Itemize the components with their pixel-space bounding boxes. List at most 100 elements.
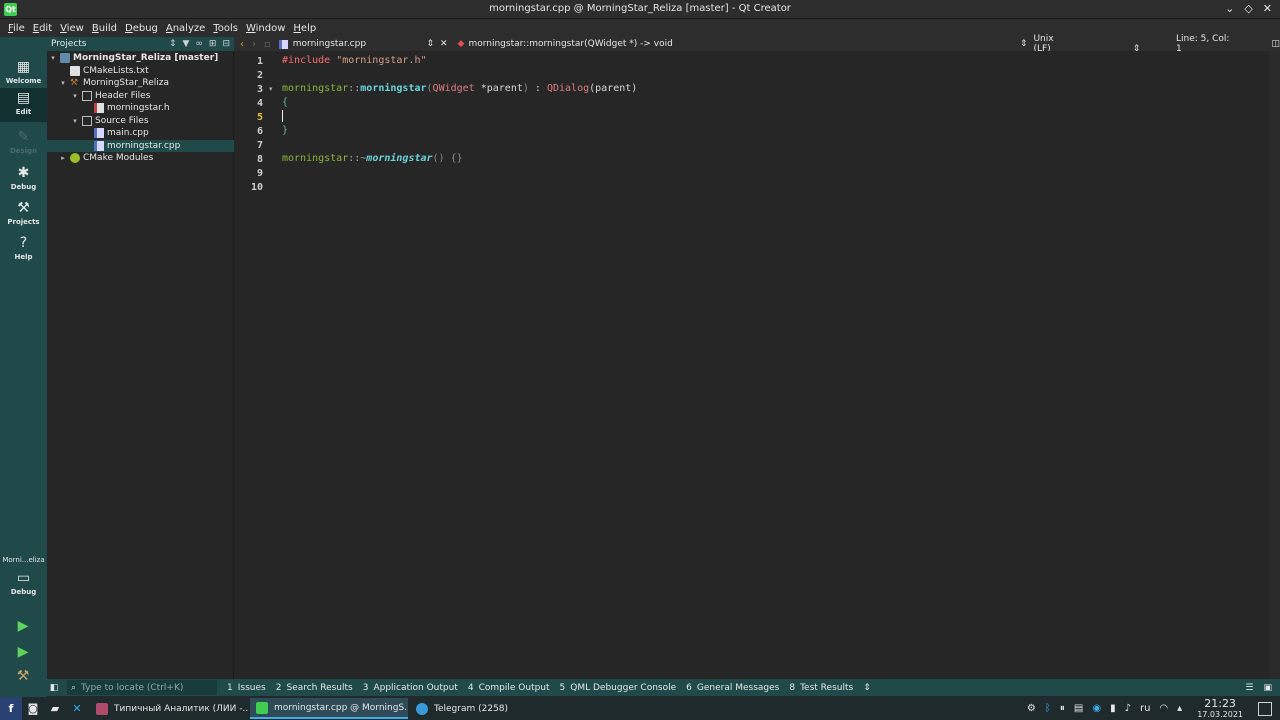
- tree-root[interactable]: ▾ MorningStar_Reliza [master]: [47, 52, 234, 64]
- back-icon[interactable]: ‹: [240, 39, 244, 50]
- mode-help[interactable]: ? Help: [0, 233, 47, 267]
- menu-analyze[interactable]: Analyze: [162, 23, 209, 34]
- hammer-icon: ⚒: [70, 78, 79, 88]
- clipboard-icon[interactable]: ▤: [1074, 703, 1083, 714]
- forward-icon[interactable]: ›: [252, 39, 256, 50]
- close-document-icon[interactable]: ✕: [440, 39, 448, 49]
- toggle-output-icon[interactable]: ▣: [1263, 683, 1272, 693]
- vscode-icon[interactable]: ✕: [66, 697, 88, 720]
- document-selector[interactable]: morningstar.cpp ⇕ ✕: [277, 39, 452, 49]
- menu-tools[interactable]: Tools: [209, 23, 242, 34]
- mode-design[interactable]: ✎ Design: [0, 127, 47, 161]
- split-icon[interactable]: ⊞: [209, 39, 217, 49]
- menu-file[interactable]: File: [4, 23, 29, 34]
- task-browser[interactable]: Типичный Аналитик (ЛИИ -...: [90, 698, 248, 719]
- expanded-arrow-icon[interactable]: ▾: [71, 92, 79, 100]
- symbol-selector[interactable]: ◆ morningstar::morningstar(QWidget *) ->…: [452, 39, 1028, 49]
- split-editor-icon[interactable]: ◫: [1271, 39, 1280, 49]
- telegram-tray-icon[interactable]: ◉: [1092, 703, 1101, 714]
- tree-item-morningstar-h[interactable]: morningstar.h: [47, 102, 234, 114]
- build-button[interactable]: ⚒: [14, 667, 32, 685]
- mode-edit[interactable]: ▤ Edit: [0, 88, 47, 122]
- mode-projects[interactable]: ⚒ Projects: [0, 198, 47, 232]
- tree-item-cmakelists[interactable]: CMakeLists.txt: [47, 65, 234, 77]
- menu-debug[interactable]: Debug: [121, 23, 162, 34]
- collapsed-arrow-icon[interactable]: ▸: [59, 154, 67, 162]
- tree-item-target[interactable]: ▾ ⚒ MorningStar_Reliza: [47, 77, 234, 89]
- task-label: Типичный Аналитик (ЛИИ -...: [114, 703, 248, 714]
- code-line-4: {: [282, 97, 289, 108]
- tree-item-header-files[interactable]: ▾ Header Files: [47, 90, 234, 102]
- battery-icon[interactable]: ▮: [1110, 703, 1116, 714]
- pane-search-results[interactable]: 2 Search Results: [276, 683, 353, 693]
- tree-item-main-cpp[interactable]: main.cpp: [47, 127, 234, 139]
- fedora-launcher-icon[interactable]: f: [0, 697, 22, 720]
- fold-marker-icon[interactable]: ▾: [269, 85, 273, 93]
- bluetooth-icon[interactable]: ᛒ: [1045, 703, 1051, 714]
- code-editor[interactable]: #include "morningstar.h" morningstar::mo…: [279, 51, 1269, 679]
- tray-expand-icon[interactable]: ▴: [1177, 703, 1182, 714]
- pane-qml-debugger-console[interactable]: 5 QML Debugger Console: [560, 683, 677, 693]
- kit-selector-button[interactable]: ▭ Debug: [0, 568, 47, 604]
- tree-item-label: CMakeLists.txt: [83, 66, 149, 76]
- settings-tray-icon[interactable]: ⚙: [1027, 703, 1036, 714]
- locator-input[interactable]: ⌕ Type to locate (Ctrl+K): [67, 680, 217, 695]
- mode-projects-label: Projects: [7, 218, 40, 226]
- line-number-gutter[interactable]: 1 2 3 ▾ 4 5 6 7 8 9 10: [234, 51, 279, 679]
- menu-window[interactable]: Window: [242, 23, 289, 34]
- mode-debug[interactable]: ✱ Debug: [0, 163, 47, 197]
- terminal-icon[interactable]: ▰: [44, 697, 66, 720]
- pane-test-results[interactable]: 8 Test Results: [789, 683, 853, 693]
- clock-date: 17.03.2021: [1197, 709, 1243, 719]
- folder-icon: [82, 91, 92, 101]
- toggle-sidebar-icon[interactable]: ◧: [47, 679, 61, 696]
- cpp-file-icon: [94, 141, 104, 151]
- discord-icon[interactable]: ◙: [22, 697, 44, 720]
- vertical-scrollbar[interactable]: [1269, 51, 1280, 679]
- close-icon[interactable]: ✕: [1263, 2, 1272, 15]
- task-telegram[interactable]: Telegram (2258): [410, 698, 568, 719]
- progress-details-icon[interactable]: ☰: [1245, 683, 1253, 693]
- keyboard-layout[interactable]: ru: [1140, 703, 1150, 714]
- text-cursor: [282, 110, 283, 122]
- menu-edit[interactable]: Edit: [29, 23, 56, 34]
- menu-view[interactable]: View: [56, 23, 88, 34]
- link-icon[interactable]: ∞: [195, 39, 203, 49]
- play-icon: ▶: [17, 618, 29, 634]
- expanded-arrow-icon[interactable]: ▾: [59, 79, 67, 87]
- maximize-icon[interactable]: ◇: [1244, 2, 1252, 15]
- debug-run-button[interactable]: ▶: [14, 643, 32, 661]
- tree-item-cmake-modules[interactable]: ▸ CMake Modules: [47, 152, 234, 164]
- more-panes-icon[interactable]: ⇕: [863, 683, 871, 693]
- menu-build[interactable]: Build: [88, 23, 121, 34]
- chevron-updown-icon: ⇕: [426, 39, 434, 49]
- tree-item-morningstar-cpp[interactable]: morningstar.cpp: [47, 140, 234, 152]
- pane-application-output[interactable]: 3 Application Output: [363, 683, 458, 693]
- chevron-updown-icon[interactable]: ⇕: [169, 39, 177, 49]
- clock[interactable]: 21:23 17.03.2021: [1197, 698, 1243, 720]
- help-icon: ?: [19, 235, 28, 251]
- filter-icon[interactable]: ▼: [182, 39, 189, 49]
- wifi-icon[interactable]: ◠: [1159, 703, 1168, 714]
- menu-help[interactable]: Help: [289, 23, 320, 34]
- media-pause-icon[interactable]: ⏸: [1060, 703, 1065, 714]
- line-number: 6: [256, 126, 263, 137]
- tree-item-source-files[interactable]: ▾ Source Files: [47, 115, 234, 127]
- code-line-8: morningstar::~morningstar() {}: [282, 153, 463, 164]
- minimize-icon[interactable]: ⌄: [1225, 2, 1234, 15]
- show-desktop-button[interactable]: [1258, 701, 1272, 716]
- expanded-arrow-icon[interactable]: ▾: [49, 54, 57, 62]
- pane-issues[interactable]: 1 Issues: [227, 683, 266, 693]
- expanded-arrow-icon[interactable]: ▾: [71, 117, 79, 125]
- close-panel-icon[interactable]: ⊟: [222, 39, 230, 49]
- run-button[interactable]: ▶: [14, 617, 32, 635]
- mode-welcome[interactable]: ▦ Welcome: [0, 57, 47, 91]
- tree-item-label: MorningStar_Reliza: [83, 78, 170, 88]
- task-qt-creator[interactable]: morningstar.cpp @ MorningS...: [250, 698, 408, 719]
- pane-compile-output[interactable]: 4 Compile Output: [468, 683, 550, 693]
- pane-general-messages[interactable]: 6 General Messages: [686, 683, 779, 693]
- volume-icon[interactable]: ♪: [1125, 703, 1131, 714]
- lock-icon: ▫: [264, 38, 271, 50]
- projects-view-selector[interactable]: Projects: [51, 39, 86, 49]
- document-name: morningstar.cpp: [292, 39, 367, 49]
